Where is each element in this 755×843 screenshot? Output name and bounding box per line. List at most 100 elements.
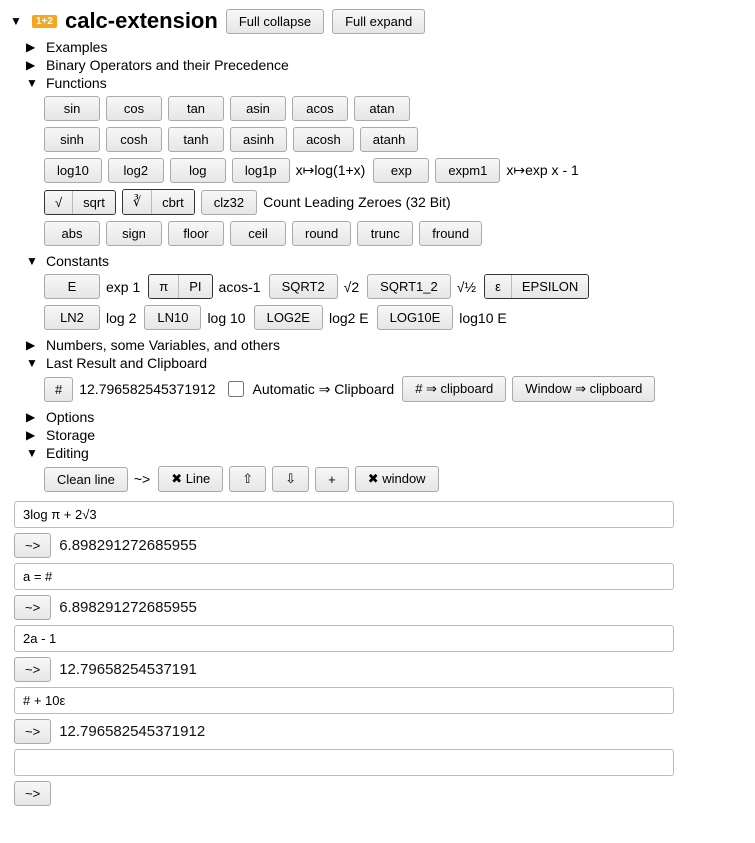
fn-cbrt[interactable]: cbrt bbox=[152, 190, 194, 214]
functions-row-trig: sin cos tan asin acos atan bbox=[10, 96, 745, 121]
section-examples[interactable]: ▶ Examples bbox=[10, 38, 745, 56]
toggle-open-icon: ▼ bbox=[26, 446, 40, 460]
section-operators[interactable]: ▶ Binary Operators and their Precedence bbox=[10, 56, 745, 74]
fn-atanh[interactable]: atanh bbox=[360, 127, 419, 152]
hash-to-clipboard-button[interactable]: # ⇒ clipboard bbox=[402, 376, 506, 402]
result-4: 12.796582545371912 bbox=[59, 723, 205, 740]
fn-cos[interactable]: cos bbox=[106, 96, 162, 121]
move-down-button[interactable]: ⇩ bbox=[272, 466, 309, 492]
functions-row-hyp: sinh cosh tanh asinh acosh atanh bbox=[10, 127, 745, 152]
fn-clz32[interactable]: clz32 bbox=[201, 190, 257, 215]
const-pi[interactable]: PI bbox=[179, 275, 211, 298]
fn-round[interactable]: round bbox=[292, 221, 351, 246]
fn-sign[interactable]: sign bbox=[106, 221, 162, 246]
full-collapse-button[interactable]: Full collapse bbox=[226, 9, 324, 34]
constants-row2: LN2 log 2 LN10 log 10 LOG2E log2 E LOG10… bbox=[10, 305, 745, 330]
eval-button[interactable]: ~> bbox=[14, 595, 51, 620]
fn-tanh[interactable]: tanh bbox=[168, 127, 224, 152]
pi-note: acos-1 bbox=[219, 279, 261, 295]
auto-clip-label: Automatic ⇒ Clipboard bbox=[253, 381, 395, 398]
section-label: Binary Operators and their Precedence bbox=[46, 57, 289, 73]
const-eps-symbol[interactable]: ε bbox=[485, 275, 512, 298]
functions-row-root: √ sqrt ∛ cbrt clz32 Count Leading Zeroes… bbox=[10, 189, 745, 215]
const-sqrt2[interactable]: SQRT2 bbox=[269, 274, 338, 299]
section-options[interactable]: ▶ Options bbox=[10, 408, 745, 426]
section-constants[interactable]: ▼ Constants bbox=[10, 252, 745, 270]
section-functions[interactable]: ▼ Functions bbox=[10, 74, 745, 92]
toggle-open-icon: ▼ bbox=[26, 356, 40, 370]
fn-expm1[interactable]: expm1 bbox=[435, 158, 500, 183]
window-btn-label: window bbox=[382, 471, 425, 486]
fn-atan[interactable]: atan bbox=[354, 96, 410, 121]
section-label: Numbers, some Variables, and others bbox=[46, 337, 280, 353]
const-eps[interactable]: EPSILON bbox=[512, 275, 588, 298]
auto-clipboard-checkbox[interactable] bbox=[228, 381, 244, 397]
eval-button[interactable]: ~> bbox=[14, 533, 51, 558]
app-badge: 1+2 bbox=[32, 15, 57, 28]
fn-abs[interactable]: abs bbox=[44, 221, 100, 246]
fn-trunc[interactable]: trunc bbox=[357, 221, 413, 246]
expr-input-5[interactable] bbox=[14, 749, 674, 776]
root-toggle[interactable]: ▼ bbox=[10, 14, 24, 28]
fn-acos[interactable]: acos bbox=[292, 96, 348, 121]
full-expand-button[interactable]: Full expand bbox=[332, 9, 425, 34]
clean-line-button[interactable]: Clean line bbox=[44, 467, 128, 492]
fn-tan[interactable]: tan bbox=[168, 96, 224, 121]
fn-log[interactable]: log bbox=[170, 158, 226, 183]
result-2: 6.898291272685955 bbox=[59, 599, 197, 616]
eval-button[interactable]: ~> bbox=[14, 657, 51, 682]
result-1: 6.898291272685955 bbox=[59, 537, 197, 554]
fn-cosh[interactable]: cosh bbox=[106, 127, 162, 152]
fn-acosh[interactable]: acosh bbox=[293, 127, 354, 152]
section-label: Options bbox=[46, 409, 94, 425]
fn-log2[interactable]: log2 bbox=[108, 158, 164, 183]
fn-cbrt-symbol[interactable]: ∛ bbox=[123, 190, 152, 214]
window-to-clipboard-button[interactable]: Window ⇒ clipboard bbox=[512, 376, 655, 402]
const-ln2[interactable]: LN2 bbox=[44, 305, 100, 330]
add-button[interactable]: + bbox=[315, 467, 349, 492]
fn-asin[interactable]: asin bbox=[230, 96, 286, 121]
fn-sin[interactable]: sin bbox=[44, 96, 100, 121]
move-up-button[interactable]: ⇧ bbox=[229, 466, 266, 492]
sqrt2-note: √2 bbox=[344, 279, 359, 295]
section-label: Editing bbox=[46, 445, 89, 461]
section-storage[interactable]: ▶ Storage bbox=[10, 426, 745, 444]
expr-input-3[interactable] bbox=[14, 625, 674, 652]
section-lastresult[interactable]: ▼ Last Result and Clipboard bbox=[10, 354, 745, 372]
hash-button[interactable]: # bbox=[44, 377, 73, 402]
fn-fround[interactable]: fround bbox=[419, 221, 482, 246]
toggle-closed-icon: ▶ bbox=[26, 338, 40, 352]
section-numbers[interactable]: ▶ Numbers, some Variables, and others bbox=[10, 336, 745, 354]
fn-log1p[interactable]: log1p bbox=[232, 158, 290, 183]
const-ln10[interactable]: LN10 bbox=[144, 305, 201, 330]
fn-log10[interactable]: log10 bbox=[44, 158, 102, 183]
section-editing[interactable]: ▼ Editing bbox=[10, 444, 745, 462]
fn-ceil[interactable]: ceil bbox=[230, 221, 286, 246]
eval-button[interactable]: ~> bbox=[14, 781, 51, 806]
const-log10e[interactable]: LOG10E bbox=[377, 305, 454, 330]
toggle-open-icon: ▼ bbox=[26, 76, 40, 90]
delete-window-button[interactable]: ✖ window bbox=[355, 466, 439, 492]
expr-input-1[interactable] bbox=[14, 501, 674, 528]
editing-toolbar: Clean line ~> ✖ Line ⇧ ⇩ + ✖ window bbox=[10, 466, 745, 492]
fn-floor[interactable]: floor bbox=[168, 221, 224, 246]
expr-input-2[interactable] bbox=[14, 563, 674, 590]
const-pi-symbol[interactable]: π bbox=[149, 275, 179, 298]
fn-asinh[interactable]: asinh bbox=[230, 127, 287, 152]
const-sqrt12[interactable]: SQRT1_2 bbox=[367, 274, 451, 299]
fn-exp[interactable]: exp bbox=[373, 158, 429, 183]
fn-sqrt-symbol[interactable]: √ bbox=[45, 191, 73, 214]
const-log2e[interactable]: LOG2E bbox=[254, 305, 323, 330]
fn-sinh[interactable]: sinh bbox=[44, 127, 100, 152]
delete-line-button[interactable]: ✖ Line bbox=[158, 466, 223, 492]
fn-sqrt[interactable]: sqrt bbox=[73, 191, 115, 214]
functions-row-round: abs sign floor ceil round trunc fround bbox=[10, 221, 745, 246]
functions-row-log: log10 log2 log log1p x↦log(1+x) exp expm… bbox=[10, 158, 745, 183]
app-title: calc-extension bbox=[65, 8, 218, 34]
const-e[interactable]: E bbox=[44, 274, 100, 299]
toggle-closed-icon: ▶ bbox=[26, 40, 40, 54]
eval-button[interactable]: ~> bbox=[14, 719, 51, 744]
expr-input-4[interactable] bbox=[14, 687, 674, 714]
section-label: Functions bbox=[46, 75, 107, 91]
result-3: 12.79658254537191 bbox=[59, 661, 197, 678]
